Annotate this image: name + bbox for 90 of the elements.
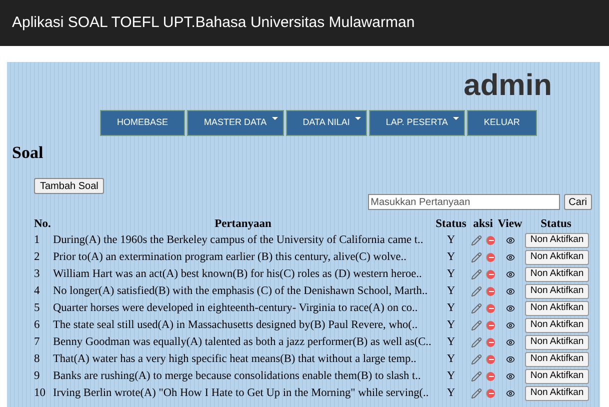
deactivate-button[interactable]: Non Aktifkan: [525, 250, 589, 265]
deactivate-button[interactable]: Non Aktifkan: [525, 318, 589, 333]
add-question-button[interactable]: Tambah Soal: [34, 178, 104, 194]
edit-icon[interactable]: [471, 286, 482, 297]
table-cell-text: Irving Berlin wrote(A) "Oh How I Hate to Get Up in the Morning" while serving(..: [53, 386, 430, 402]
caret-icon: [354, 117, 361, 120]
view-icon[interactable]: [506, 270, 514, 279]
edit-icon[interactable]: [471, 337, 482, 348]
table-cell-text: Prior to(A) an extermination program earlier (B) this century, alive(C) wolve..: [53, 250, 408, 266]
delete-icon[interactable]: [486, 355, 495, 364]
view-icon[interactable]: [506, 355, 514, 364]
caret-icon: [452, 117, 459, 120]
deactivate-button[interactable]: Non Aktifkan: [525, 233, 589, 248]
table-cell-text: Y: [446, 368, 456, 384]
nav-item[interactable]: KELUAR: [466, 110, 537, 136]
table-cell-text: Y: [446, 300, 456, 316]
table-cell-text: Y: [446, 352, 456, 367]
edit-icon[interactable]: [471, 354, 482, 365]
edit-icon[interactable]: [471, 303, 482, 314]
view-icon[interactable]: [506, 253, 514, 262]
table-cell-text: 1: [34, 232, 41, 248]
delete-icon[interactable]: [486, 287, 495, 296]
deactivate-button[interactable]: Non Aktifkan: [525, 369, 589, 384]
search-button[interactable]: Cari: [564, 194, 592, 210]
column-header: aksi: [472, 217, 494, 232]
app-title: Aplikasi SOAL TOEFL UPT.Bahasa Universitas Mulawarman: [12, 12, 415, 33]
table-cell-text: Y: [446, 250, 456, 265]
column-header: Status: [434, 217, 468, 232]
deactivate-button[interactable]: Non Aktifkan: [525, 301, 589, 316]
delete-icon[interactable]: [486, 270, 495, 279]
delete-icon[interactable]: [486, 236, 495, 245]
table-cell-text: William Hart was an act(A) best known(B) for his(C) roles as (D) western heroe..: [53, 267, 423, 282]
table-cell-text: 9: [34, 368, 41, 384]
column-header: Pertanyaan: [214, 217, 272, 232]
deactivate-button[interactable]: Non Aktifkan: [525, 352, 589, 367]
table-cell-text: No longer(A) satisfied(B) with the emphasis (C) of the Denishawn School, Marth..: [53, 284, 429, 300]
table-cell-text: During(A) the 1960s the Berkeley campus of the University of California came t..: [53, 233, 424, 248]
column-header: View: [497, 217, 523, 232]
username: admin: [464, 68, 552, 104]
delete-icon[interactable]: [486, 372, 495, 381]
delete-icon[interactable]: [486, 253, 495, 262]
table-cell-text: 7: [34, 334, 41, 350]
table-cell-text: Y: [446, 318, 456, 333]
deactivate-button[interactable]: Non Aktifkan: [525, 267, 589, 282]
table-cell-text: 4: [34, 284, 41, 299]
edit-icon[interactable]: [471, 388, 482, 399]
table-cell-text: Banks are rushing(A) to merge because consolidations enable them(B) to slash t..: [53, 369, 422, 384]
edit-icon[interactable]: [471, 371, 482, 382]
nav-item[interactable]: DATA NILAI: [286, 110, 367, 136]
view-icon[interactable]: [506, 236, 514, 245]
column-header: No.: [34, 217, 52, 232]
table-cell-text: Y: [446, 284, 456, 299]
table-cell-text: The state seal still used(A) in Massachusetts designed by(B) Paul Revere, who(..: [53, 318, 419, 334]
edit-icon[interactable]: [471, 235, 482, 246]
view-icon[interactable]: [506, 304, 514, 313]
caret-icon: [272, 117, 278, 120]
table-cell-text: Quarter horses were developed in eighteenth-century- Virginia to race(A) on co..: [53, 301, 419, 316]
table-cell-text: Y: [446, 334, 456, 350]
view-icon[interactable]: [506, 287, 514, 296]
table-cell-text: 10: [34, 386, 46, 401]
column-header: Status: [540, 217, 572, 232]
page-title: Soal: [12, 142, 44, 164]
view-icon[interactable]: [506, 338, 514, 347]
nav-item[interactable]: LAP. PESERTA: [368, 110, 465, 136]
edit-icon[interactable]: [471, 269, 482, 280]
deactivate-button[interactable]: Non Aktifkan: [525, 386, 589, 401]
edit-icon[interactable]: [471, 252, 482, 263]
edit-icon[interactable]: [471, 320, 482, 331]
nav-item[interactable]: MASTER DATA: [187, 110, 284, 136]
table-cell-text: Y: [446, 232, 456, 248]
table-cell-text: That(A) water has a very high specific heat means(B) that without a large temp..: [53, 352, 418, 368]
search-field[interactable]: Masukkan Pertanyaan: [368, 194, 560, 210]
delete-icon[interactable]: [486, 304, 495, 313]
deactivate-button[interactable]: Non Aktifkan: [525, 335, 589, 350]
delete-icon[interactable]: [486, 389, 495, 398]
table-cell-text: Benny Goodman was equally(A) talented as both a jazz performer(B) as well as(C..: [53, 335, 432, 350]
view-icon[interactable]: [506, 372, 514, 381]
table-cell-text: 5: [34, 300, 41, 316]
table-cell-text: 2: [34, 250, 41, 265]
delete-icon[interactable]: [486, 321, 495, 330]
table-cell-text: 8: [34, 352, 41, 367]
nav-item[interactable]: HOMEBASE: [100, 110, 186, 136]
table-cell-text: Y: [446, 386, 456, 401]
view-icon[interactable]: [506, 389, 514, 398]
view-icon[interactable]: [506, 321, 514, 330]
table-cell-text: 3: [34, 266, 41, 282]
table-cell-text: Y: [446, 266, 456, 282]
table-cell-text: 6: [34, 318, 41, 333]
delete-icon[interactable]: [486, 338, 495, 347]
deactivate-button[interactable]: Non Aktifkan: [525, 284, 589, 299]
